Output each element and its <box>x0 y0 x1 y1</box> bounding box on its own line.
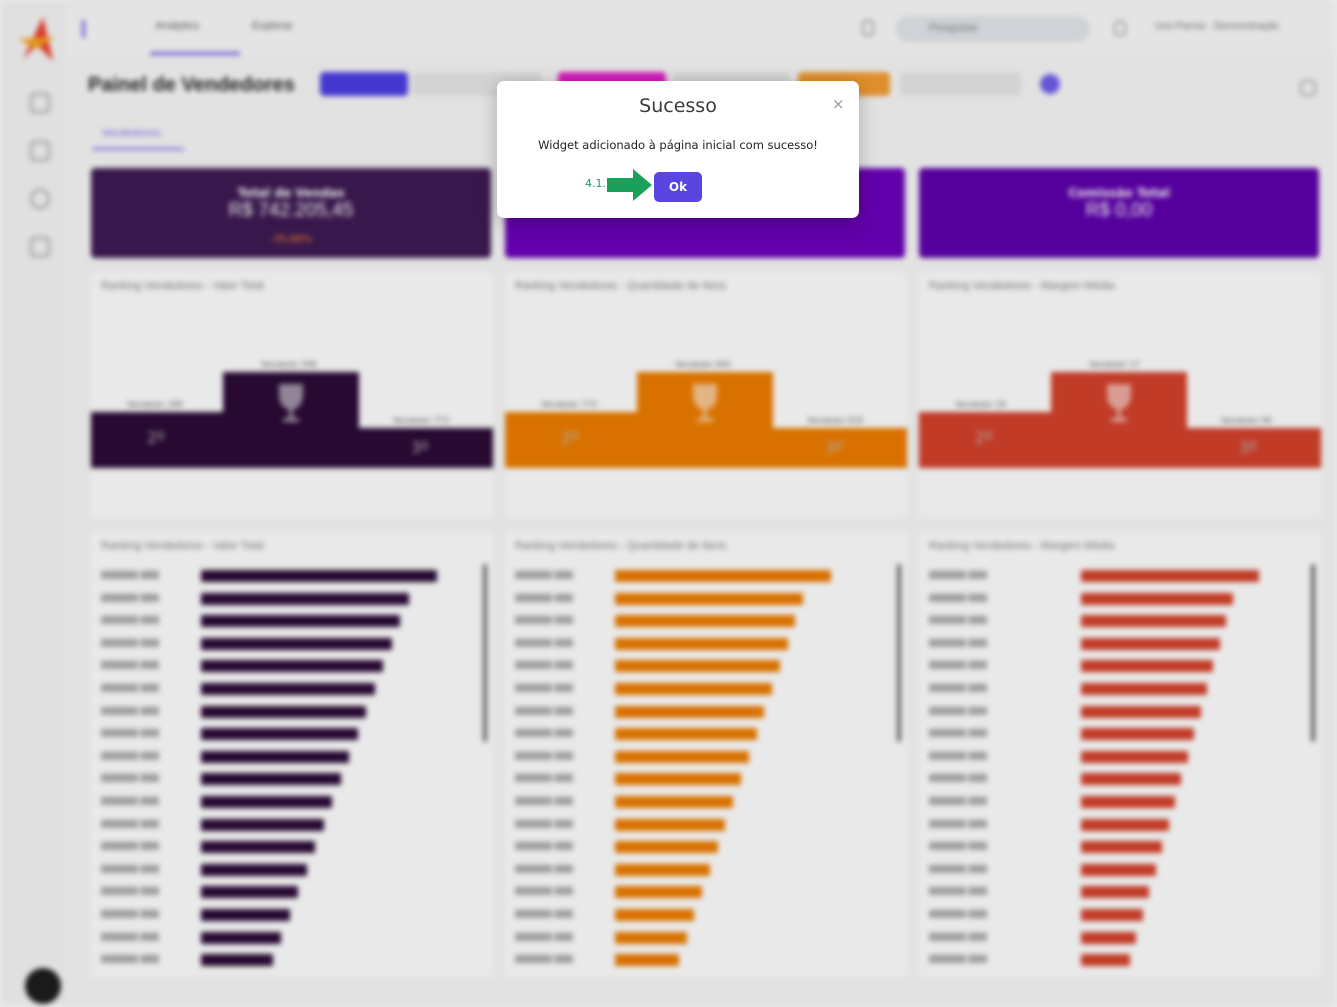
dialog-message: Widget adicionado à página inicial com s… <box>538 138 818 152</box>
arrow-right-icon <box>607 169 652 201</box>
success-dialog: Sucesso × Widget adicionado à página ini… <box>497 81 859 218</box>
ok-button[interactable]: Ok <box>654 172 702 202</box>
step-annotation-label: 4.1. <box>585 177 606 190</box>
dialog-title: Sucesso <box>639 95 717 117</box>
close-icon[interactable]: × <box>832 95 845 113</box>
